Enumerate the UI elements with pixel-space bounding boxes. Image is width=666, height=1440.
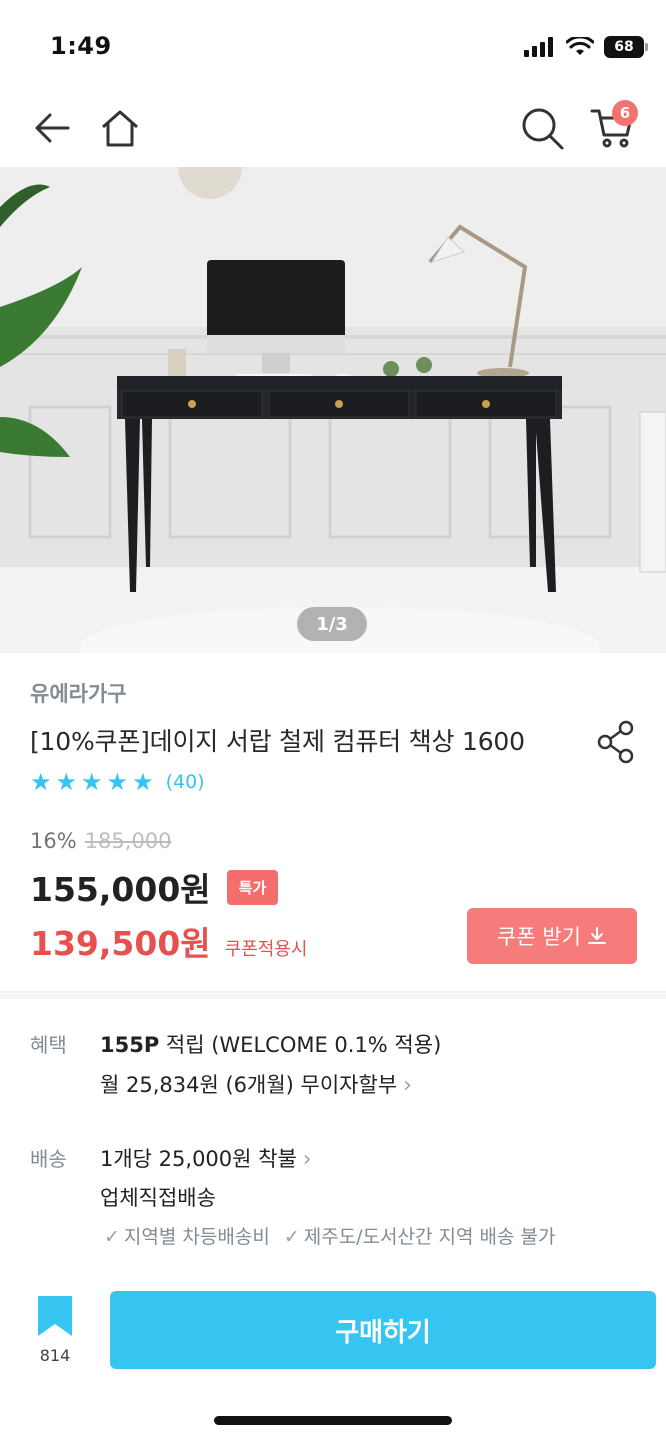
section-divider xyxy=(0,991,666,999)
chevron-right-icon: › xyxy=(403,1073,412,1098)
coupon-price-row: 139,500원 쿠폰적용시 xyxy=(30,917,307,965)
star-icon: ★ xyxy=(132,768,154,796)
bookmark-count: 814 xyxy=(39,1346,71,1365)
points-amount: 155P xyxy=(100,1033,160,1057)
product-title: [10%쿠폰]데이지 서랍 철제 컴퓨터 책상 1600 xyxy=(30,727,525,756)
points-detail: 적립 (WELCOME 0.1% 적용) xyxy=(159,1033,442,1057)
original-price: 185,000 xyxy=(84,829,172,853)
share-icon xyxy=(597,720,634,764)
delivery-note-text: 제주도/도서산간 지역 배송 불가 xyxy=(303,1226,556,1248)
product-image-carousel[interactable]: 1/3 xyxy=(0,167,666,653)
coupon-price: 139,500원 xyxy=(30,924,211,963)
delivery-method: 업체직접배송 xyxy=(100,1186,216,1210)
status-bar: 1:49 68 xyxy=(0,0,666,90)
home-icon xyxy=(102,110,138,147)
buy-button[interactable]: 구매하기 xyxy=(110,1291,656,1369)
review-count[interactable]: (40) xyxy=(166,771,205,793)
status-icons: 68 xyxy=(524,36,648,58)
special-deal-badge: 특가 xyxy=(226,869,279,905)
installment-link[interactable]: 월 25,834원 (6개월) 무이자할부 › xyxy=(100,1069,412,1099)
search-button[interactable] xyxy=(514,100,570,156)
discount-row: 16% 185,000 xyxy=(30,829,172,853)
cart-count-badge: 6 xyxy=(612,100,638,126)
benefit-label: 혜택 xyxy=(30,1033,67,1057)
image-pager: 1/3 xyxy=(297,607,367,641)
star-icon: ★ xyxy=(30,768,52,796)
battery-icon: 68 xyxy=(604,36,648,58)
chevron-right-icon: › xyxy=(302,1147,312,1172)
top-nav: 6 xyxy=(0,90,666,166)
bookmark-icon xyxy=(38,1296,72,1336)
rating-row[interactable]: ★ ★ ★ ★ ★ (40) xyxy=(30,770,205,794)
installment-text: 월 25,834원 (6개월) 무이자할부 xyxy=(100,1073,398,1097)
get-coupon-label: 쿠폰 받기 xyxy=(497,925,581,949)
get-coupon-button[interactable]: 쿠폰 받기 xyxy=(467,908,637,964)
wifi-icon xyxy=(566,37,594,55)
delivery-note: ✓ 지역별 차등배송비 xyxy=(104,1222,270,1249)
check-icon: ✓ xyxy=(104,1226,120,1248)
bottom-action-bar: 814 구매하기 xyxy=(0,1280,666,1440)
bookmark-button[interactable]: 814 xyxy=(30,1294,80,1374)
delivery-note-text: 지역별 차등배송비 xyxy=(123,1226,270,1248)
back-button[interactable] xyxy=(24,100,80,156)
home-button[interactable] xyxy=(92,100,148,156)
delivery-label: 배송 xyxy=(30,1147,67,1171)
arrow-left-icon xyxy=(35,113,70,143)
delivery-fee-link[interactable]: 1개당 25,000원 착불 › xyxy=(100,1143,312,1173)
coupon-note: 쿠폰적용시 xyxy=(224,939,308,960)
star-icon: ★ xyxy=(81,768,103,796)
delivery-notes: ✓ 지역별 차등배송비 ✓ 제주도/도서산간 지역 배송 불가 xyxy=(104,1222,556,1249)
signal-icon xyxy=(524,37,553,57)
status-time: 1:49 xyxy=(50,32,112,60)
delivery-fee: 1개당 25,000원 착불 xyxy=(100,1147,297,1171)
download-icon xyxy=(587,927,606,944)
points-info: 155P 적립 (WELCOME 0.1% 적용) xyxy=(100,1029,441,1059)
discount-rate: 16% xyxy=(30,829,77,853)
search-icon xyxy=(522,108,564,150)
price-row: 155,000원 특가 xyxy=(30,863,279,911)
cart-button[interactable]: 6 xyxy=(584,100,640,156)
check-icon: ✓ xyxy=(283,1226,300,1248)
delivery-note: ✓ 제주도/도서산간 지역 배송 불가 xyxy=(284,1222,556,1249)
share-button[interactable] xyxy=(592,718,640,766)
star-icon: ★ xyxy=(106,768,129,796)
sale-price: 155,000원 xyxy=(30,870,211,909)
product-photo xyxy=(0,167,666,653)
brand-name[interactable]: 유에라가구 xyxy=(30,678,127,708)
home-indicator xyxy=(214,1416,452,1425)
star-icon: ★ xyxy=(55,768,78,796)
